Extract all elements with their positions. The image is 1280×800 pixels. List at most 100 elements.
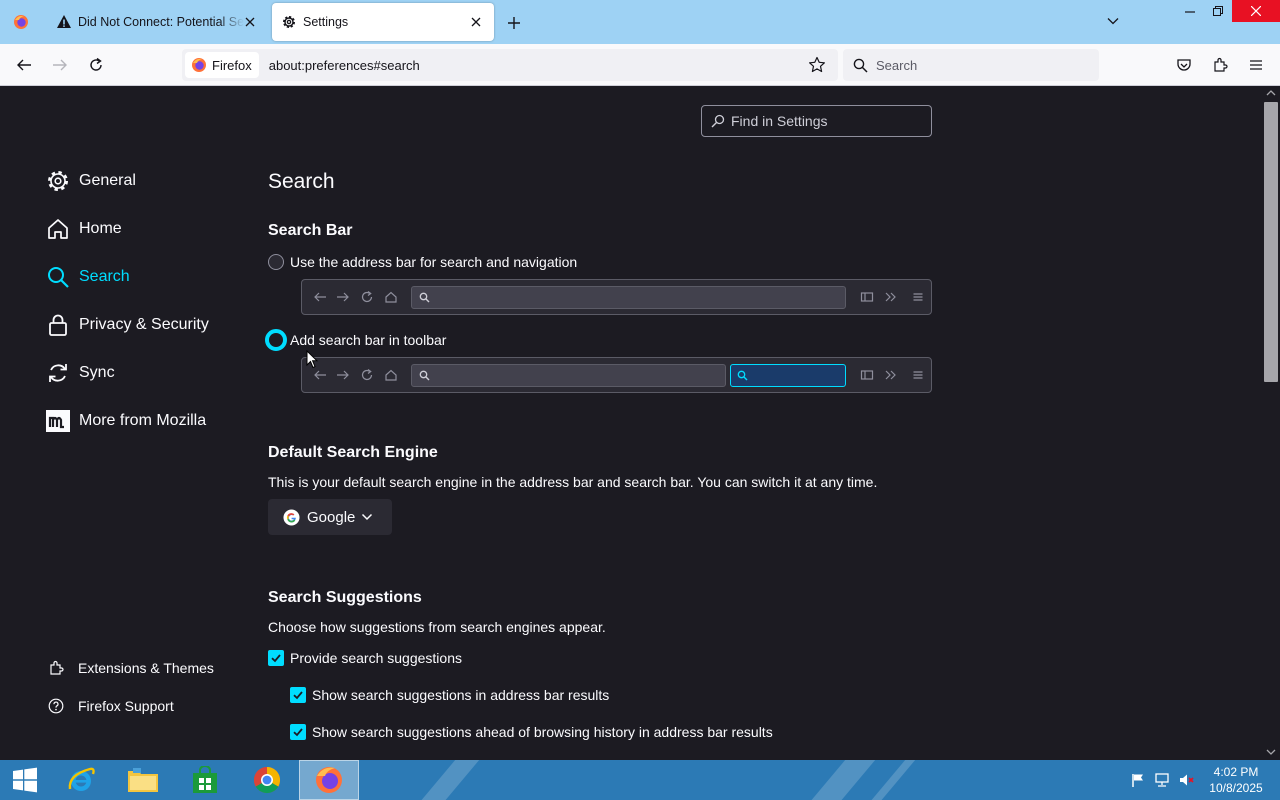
scroll-down-icon[interactable] (1266, 748, 1276, 756)
firefox-view-button[interactable] (0, 0, 42, 44)
tab-strip: Did Not Connect: Potential Security Issu… (0, 0, 1280, 44)
search-icon (46, 265, 70, 289)
taskbar-file-explorer[interactable] (113, 760, 173, 800)
arrow-left-icon (314, 292, 326, 302)
new-tab-button[interactable] (505, 14, 523, 32)
address-bar-radio-option[interactable]: Use the address bar for search and navig… (268, 254, 577, 270)
extensions-button[interactable] (1210, 55, 1230, 75)
puzzle-icon (1214, 57, 1228, 72)
radio-button[interactable] (268, 254, 284, 270)
scroll-up-icon[interactable] (1266, 89, 1276, 97)
search-icon (853, 58, 868, 73)
category-home[interactable]: Home (46, 217, 122, 241)
category-label: Privacy & Security (79, 316, 209, 333)
toolbar-search-radio-option[interactable]: Add search bar in toolbar (265, 329, 446, 351)
volume-muted-icon[interactable] (1178, 772, 1194, 788)
category-label: General (79, 172, 136, 189)
checkbox-label: Provide search suggestions (290, 650, 462, 666)
app-menu-button[interactable] (1246, 55, 1266, 75)
checkbox-label: Show search suggestions in address bar r… (312, 687, 610, 703)
radio-button-selected[interactable] (265, 329, 287, 351)
chevron-down-icon (362, 513, 373, 521)
network-icon[interactable] (1154, 772, 1170, 788)
search-icon (711, 114, 725, 128)
minimize-button[interactable] (1176, 0, 1204, 22)
address-bar-preview (301, 279, 932, 315)
category-search[interactable]: Search (46, 265, 130, 289)
category-general[interactable]: General (46, 169, 136, 193)
mozilla-icon (46, 409, 70, 433)
toolbar-search-preview (301, 357, 932, 393)
restore-icon (1213, 6, 1223, 16)
category-sync[interactable]: Sync (46, 361, 115, 385)
bookmark-star-button[interactable] (808, 56, 826, 74)
close-icon[interactable] (468, 14, 484, 30)
flag-icon[interactable] (1130, 772, 1146, 788)
tab-settings[interactable]: Settings (272, 3, 494, 41)
start-button[interactable] (0, 760, 50, 800)
system-clock[interactable]: 4:02 PM 10/8/2025 (1206, 764, 1266, 796)
hamburger-icon (1250, 60, 1262, 70)
address-bar-suggestions-checkbox-row[interactable]: Show search suggestions in address bar r… (290, 687, 609, 703)
plus-icon (508, 17, 520, 29)
url-text[interactable]: about:preferences#search (269, 58, 420, 73)
taskbar-store[interactable] (175, 760, 235, 800)
list-all-tabs-button[interactable] (1106, 14, 1120, 28)
lock-icon (46, 313, 70, 337)
default-engine-heading: Default Search Engine (268, 444, 438, 461)
close-icon (1251, 6, 1261, 16)
warning-icon (57, 15, 71, 28)
category-more-from-mozilla[interactable]: More from Mozilla (46, 409, 206, 433)
suggestions-ahead-of-history-checkbox-row[interactable]: Show search suggestions ahead of browsin… (290, 724, 773, 740)
address-bar[interactable]: Firefox about:preferences#search (182, 49, 838, 81)
scrollbar-thumb[interactable] (1264, 102, 1278, 382)
back-button[interactable] (14, 55, 34, 75)
wallpaper-stripe (404, 760, 480, 800)
search-suggestions-heading: Search Suggestions (268, 589, 422, 606)
category-privacy-security[interactable]: Privacy & Security (46, 313, 209, 337)
default-engine-dropdown[interactable]: Google (268, 499, 392, 535)
close-icon[interactable] (242, 14, 258, 30)
link-label: Extensions & Themes (78, 660, 214, 676)
reload-icon (90, 57, 102, 71)
home-icon (46, 217, 70, 241)
gear-icon (46, 169, 70, 193)
reload-icon (361, 369, 373, 381)
search-suggestions-description: Choose how suggestions from search engin… (268, 619, 606, 635)
gear-icon (283, 16, 295, 28)
checkbox-checked[interactable] (290, 687, 306, 703)
toolbar-search-input[interactable]: Search (843, 49, 1099, 81)
store-bag-icon (193, 766, 217, 793)
help-icon (48, 698, 64, 714)
pocket-button[interactable] (1174, 55, 1194, 75)
find-placeholder: Find in Settings (731, 113, 828, 129)
find-in-settings-input[interactable]: Find in Settings (701, 105, 932, 137)
taskbar-internet-explorer[interactable] (51, 760, 111, 800)
checkbox-checked[interactable] (290, 724, 306, 740)
provide-suggestions-checkbox-row[interactable]: Provide search suggestions (268, 650, 462, 666)
arrow-right-icon (337, 292, 349, 302)
default-engine-description: This is your default search engine in th… (268, 474, 878, 490)
checkmark-icon (271, 654, 281, 663)
extensions-themes-link[interactable]: Extensions & Themes (48, 660, 214, 676)
home-icon (385, 369, 397, 381)
reload-button[interactable] (86, 55, 106, 75)
identity-box[interactable]: Firefox (185, 52, 259, 78)
minimize-icon (1185, 11, 1195, 13)
checkbox-checked[interactable] (268, 650, 284, 666)
taskbar-chrome[interactable] (237, 760, 297, 800)
search-icon (737, 370, 748, 381)
arrow-right-icon (53, 59, 67, 71)
arrow-left-icon (17, 59, 31, 71)
forward-button[interactable] (50, 55, 70, 75)
taskbar-firefox[interactable] (299, 760, 359, 800)
windows-logo-icon (13, 767, 37, 793)
identity-label: Firefox (212, 57, 252, 73)
window-close-button[interactable] (1232, 0, 1280, 22)
restore-button[interactable] (1204, 0, 1232, 22)
tab-did-not-connect[interactable]: Did Not Connect: Potential Security Issu… (44, 0, 268, 44)
firefox-icon (192, 58, 206, 72)
firefox-support-link[interactable]: Firefox Support (48, 698, 174, 714)
home-icon (385, 291, 397, 303)
folder-icon (128, 768, 158, 792)
